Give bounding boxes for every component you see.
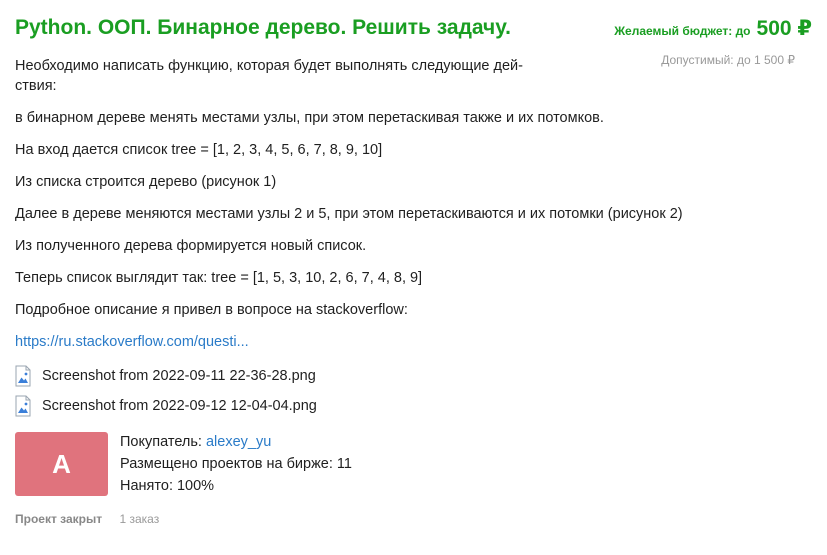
buyer-info: Покупатель: alexey_yu Размещено проектов… (120, 431, 352, 497)
description-paragraph: Из списка строится дерево (рисунок 1) (15, 174, 277, 190)
project-description: Необходимо написать функцию, которая буд… (15, 56, 805, 352)
description-paragraph: Из полученного дерева формируется новый … (15, 238, 367, 254)
stackoverflow-link[interactable]: https://ru.stackoverflow.com/questi... (15, 334, 249, 350)
project-footer: Проект закрыт 1 заказ (15, 512, 159, 526)
buyer-projects: Размещено проектов на бирже: 11 (120, 456, 352, 472)
buyer-card: A Покупатель: alexey_yu Размещено проект… (15, 432, 352, 497)
attachment-name: Screenshot from 2022-09-11 22-36-28.png (42, 368, 316, 384)
description-paragraph: На вход дается список tree = [1, 2, 3, 4… (15, 142, 383, 158)
budget-label: Желаемый бюджет: до (614, 24, 751, 38)
description-intro: Необходимо написать функцию, которая буд… (15, 58, 523, 94)
description-paragraph: Подробное описание я привел в вопросе на… (15, 302, 408, 318)
budget-amount: 500 ₽ (756, 17, 812, 40)
image-file-icon (15, 395, 31, 417)
description-paragraph: Далее в дереве меняются местами узлы 2 и… (15, 206, 683, 222)
project-title: Python. ООП. Бинарное дерево. Решить зад… (15, 16, 511, 39)
avatar[interactable]: A (15, 432, 108, 496)
description-paragraph: в бинарном дереве менять местами узлы, п… (15, 110, 604, 126)
attachment-item[interactable]: Screenshot from 2022-09-12 12-04-04.png (15, 394, 317, 418)
buyer-name-link[interactable]: alexey_yu (206, 434, 271, 450)
buyer-hired: Нанято: 100% (120, 478, 215, 494)
budget-block: Желаемый бюджет: до 500 ₽ (614, 16, 812, 41)
attachments-list: Screenshot from 2022-09-11 22-36-28.png … (15, 364, 317, 424)
description-paragraph: Теперь список выглядит так: tree = [1, 5… (15, 270, 423, 286)
attachment-name: Screenshot from 2022-09-12 12-04-04.png (42, 398, 317, 414)
project-status: Проект закрыт (15, 512, 103, 526)
buyer-label: Покупатель: (120, 434, 202, 450)
image-file-icon (15, 365, 31, 387)
attachment-item[interactable]: Screenshot from 2022-09-11 22-36-28.png (15, 364, 317, 388)
orders-count: 1 заказ (119, 512, 160, 526)
